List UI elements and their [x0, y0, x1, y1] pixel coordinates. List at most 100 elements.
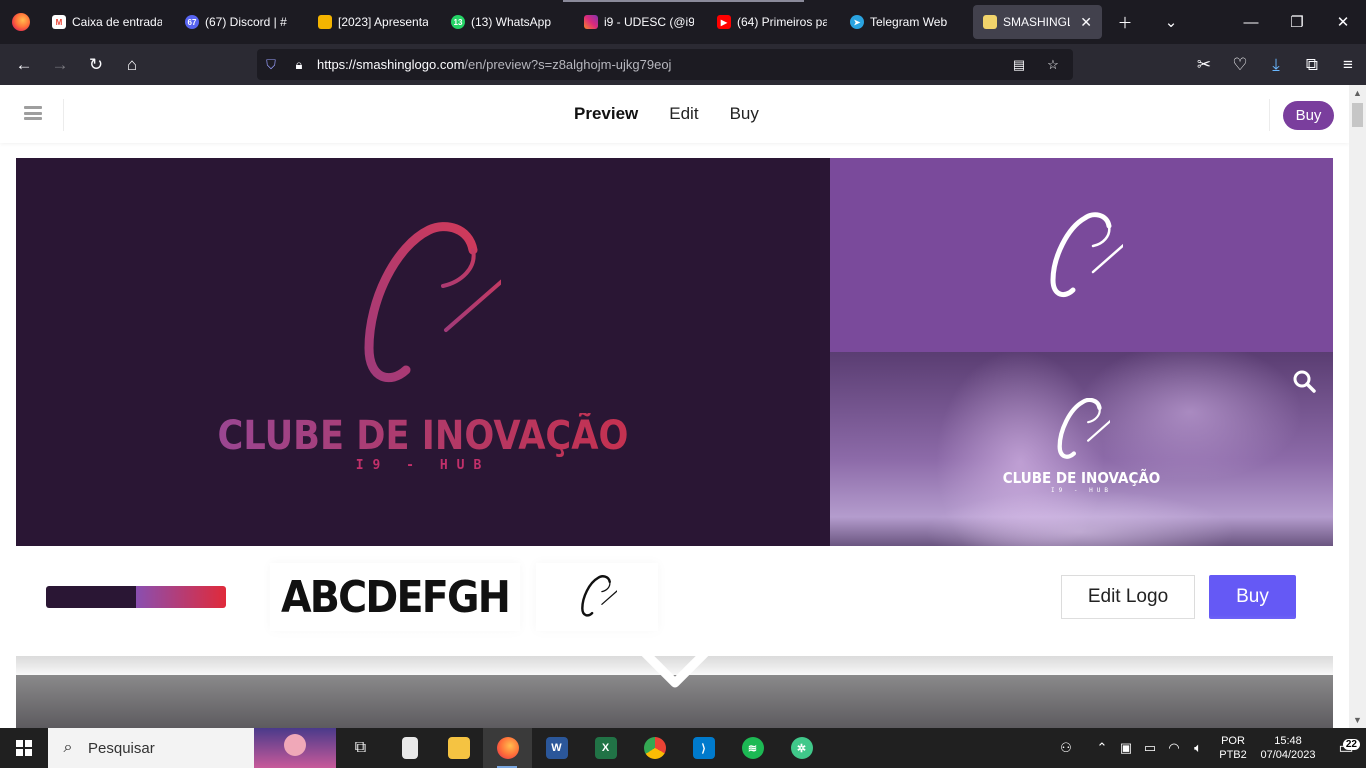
scroll-up-icon[interactable]: ▲ — [1352, 87, 1363, 99]
spotify-icon[interactable]: ≋ — [728, 728, 777, 768]
scroll-thumb[interactable] — [1352, 103, 1363, 127]
scroll-down-icon[interactable]: ▼ — [1352, 714, 1363, 726]
reader-view-icon[interactable]: ▤ — [1005, 57, 1033, 73]
reload-icon[interactable]: ↻ — [78, 49, 114, 81]
url-bar[interactable]: ⛉ 🔒︎ https://smashinglogo.com/en/preview… — [257, 49, 1073, 80]
task-view-icon[interactable]: ⧉ — [336, 728, 385, 768]
tab-gmail[interactable]: M Caixa de entrada — [42, 0, 175, 44]
page-scrollbar[interactable]: ▲ ▼ — [1349, 85, 1366, 728]
notification-center-icon[interactable]: ▭22 — [1326, 738, 1366, 758]
logo-main-preview: CLUBE DE INOVAÇÃO I9 - HUB — [16, 158, 830, 546]
logo-c-mark — [1057, 398, 1110, 459]
divider — [1269, 99, 1270, 131]
header-buy-button[interactable]: Buy — [1283, 101, 1334, 130]
file-icon[interactable] — [385, 728, 434, 768]
minimize-icon[interactable]: — — [1228, 0, 1274, 44]
logo-subtitle: I9 - HUB — [355, 458, 491, 473]
logo-c-mark — [364, 222, 501, 383]
screenshot-icon[interactable]: ✂ — [1186, 49, 1222, 81]
palette-swatch-gradient — [136, 586, 226, 608]
excel-icon[interactable]: X — [581, 728, 630, 768]
close-window-icon[interactable]: ✕ — [1320, 0, 1366, 44]
whatsapp-icon: 13 — [451, 15, 465, 29]
tab-telegram[interactable]: ➤ Telegram Web — [840, 0, 973, 44]
palette-swatch-dark — [46, 586, 136, 608]
smashinglogo-icon — [983, 15, 997, 29]
browser-tab-bar: M Caixa de entrada 67 (67) Discord | # [… — [0, 0, 1366, 44]
new-tab-icon[interactable]: ＋ — [1102, 0, 1148, 44]
tab-youtube[interactable]: ▶ (64) Primeiros pa — [707, 0, 840, 44]
mockup-logo-subtitle: I9 - HUB — [1051, 487, 1112, 494]
wifi-icon[interactable]: ◠ — [1162, 740, 1186, 756]
search-highlight-image — [254, 728, 336, 768]
pocket-icon[interactable]: ♡ — [1222, 49, 1258, 81]
mockup-logo-title: CLUBE DE INOVAÇÃO — [1002, 469, 1161, 487]
taskbar-search[interactable]: ⌕ Pesquisar — [48, 728, 336, 768]
windows-taskbar: ⌕ Pesquisar ⧉ W X ⟩ ≋ ✲ ⚇ ⌃ ▣ ▭ ◠ 🔈︎ POR… — [0, 728, 1366, 768]
chrome-icon[interactable] — [630, 728, 679, 768]
color-palette — [46, 586, 226, 608]
discord-icon: 67 — [185, 15, 199, 29]
extensions-icon[interactable]: ⧉ — [1294, 49, 1330, 81]
search-placeholder: Pesquisar — [88, 739, 155, 757]
meet-icon[interactable]: ▣ — [1114, 740, 1138, 756]
tab-instagram[interactable]: i9 - UDESC (@i9. — [574, 0, 707, 44]
logo-c-mark — [1050, 212, 1123, 298]
shield-icon[interactable]: ⛉ — [257, 57, 285, 73]
back-icon[interactable]: ← — [6, 49, 42, 81]
chevron-up-icon[interactable]: ⌃ — [1090, 740, 1114, 756]
atom-icon[interactable]: ✲ — [777, 728, 826, 768]
battery-icon[interactable]: ▭ — [1138, 740, 1162, 756]
youtube-icon: ▶ — [717, 15, 731, 29]
vscode-icon[interactable]: ⟩ — [679, 728, 728, 768]
slides-icon — [318, 15, 332, 29]
nav-edit[interactable]: Edit — [669, 104, 698, 124]
site-nav: Preview Edit Buy — [574, 104, 759, 124]
search-icon: ⌕ — [63, 739, 73, 756]
close-tab-icon[interactable]: ✕ — [1080, 14, 1092, 31]
notification-count: 22 — [1342, 739, 1360, 750]
lock-icon[interactable]: 🔒︎ — [285, 57, 313, 73]
gmail-icon: M — [52, 15, 66, 29]
tab-slides[interactable]: [2023] Apresenta — [308, 0, 441, 44]
hamburger-menu-icon[interactable] — [24, 106, 42, 120]
url-text[interactable]: https://smashinglogo.com/en/preview?s=z8… — [317, 57, 671, 72]
zoom-search-icon[interactable] — [1292, 369, 1316, 393]
input-language[interactable]: POR PTB2 — [1216, 734, 1250, 762]
buy-button[interactable]: Buy — [1209, 575, 1296, 619]
clock[interactable]: 15:48 07/04/2023 — [1250, 734, 1326, 762]
list-tabs-icon[interactable]: ⌄ — [1148, 0, 1194, 44]
windows-logo-icon — [16, 740, 32, 756]
tab-whatsapp[interactable]: 13 (13) WhatsApp — [441, 0, 574, 44]
firefox-icon[interactable] — [483, 728, 532, 768]
start-button[interactable] — [0, 728, 48, 768]
divider — [63, 99, 64, 131]
volume-icon[interactable]: 🔈︎ — [1186, 740, 1210, 756]
tab-discord[interactable]: 67 (67) Discord | # — [175, 0, 308, 44]
forward-icon[interactable]: → — [42, 49, 78, 81]
tab-smashinglogo[interactable]: SMASHINGLO ✕ — [973, 5, 1102, 39]
browser-nav-bar: ← → ↻ ⌂ ⛉ 🔒︎ https://smashinglogo.com/en… — [0, 44, 1366, 85]
word-icon[interactable]: W — [532, 728, 581, 768]
folder-icon[interactable] — [434, 728, 483, 768]
home-icon[interactable]: ⌂ — [114, 49, 150, 81]
telegram-icon: ➤ — [850, 15, 864, 29]
edit-logo-button[interactable]: Edit Logo — [1061, 575, 1195, 619]
site-header: Preview Edit Buy Buy — [0, 85, 1349, 143]
logo-title: CLUBE DE INOVAÇÃO — [65, 413, 781, 459]
firefox-menu-icon[interactable] — [0, 0, 42, 44]
logo-c-mark — [581, 575, 617, 617]
logo-mockup-preview[interactable]: CLUBE DE INOVAÇÃO I9 - HUB — [830, 352, 1333, 546]
people-icon[interactable]: ⚇ — [1054, 740, 1078, 756]
nav-buy[interactable]: Buy — [730, 104, 759, 124]
downloads-icon[interactable]: ⤓ — [1258, 49, 1294, 81]
instagram-icon — [584, 15, 598, 29]
nav-preview[interactable]: Preview — [574, 104, 638, 124]
app-menu-icon[interactable]: ≡ — [1330, 49, 1366, 81]
restore-icon[interactable]: ❐ — [1274, 0, 1320, 44]
chevron-down-icon[interactable] — [641, 647, 709, 695]
logo-icon-preview[interactable] — [830, 158, 1333, 352]
bookmark-star-icon[interactable]: ☆ — [1039, 57, 1067, 73]
page-content: Preview Edit Buy Buy CLUBE DE INOVAÇÃO I… — [0, 85, 1349, 728]
system-tray: ⚇ ⌃ ▣ ▭ ◠ 🔈︎ PORPTB2 15:4807/04/2023 ▭22 — [1054, 728, 1366, 768]
